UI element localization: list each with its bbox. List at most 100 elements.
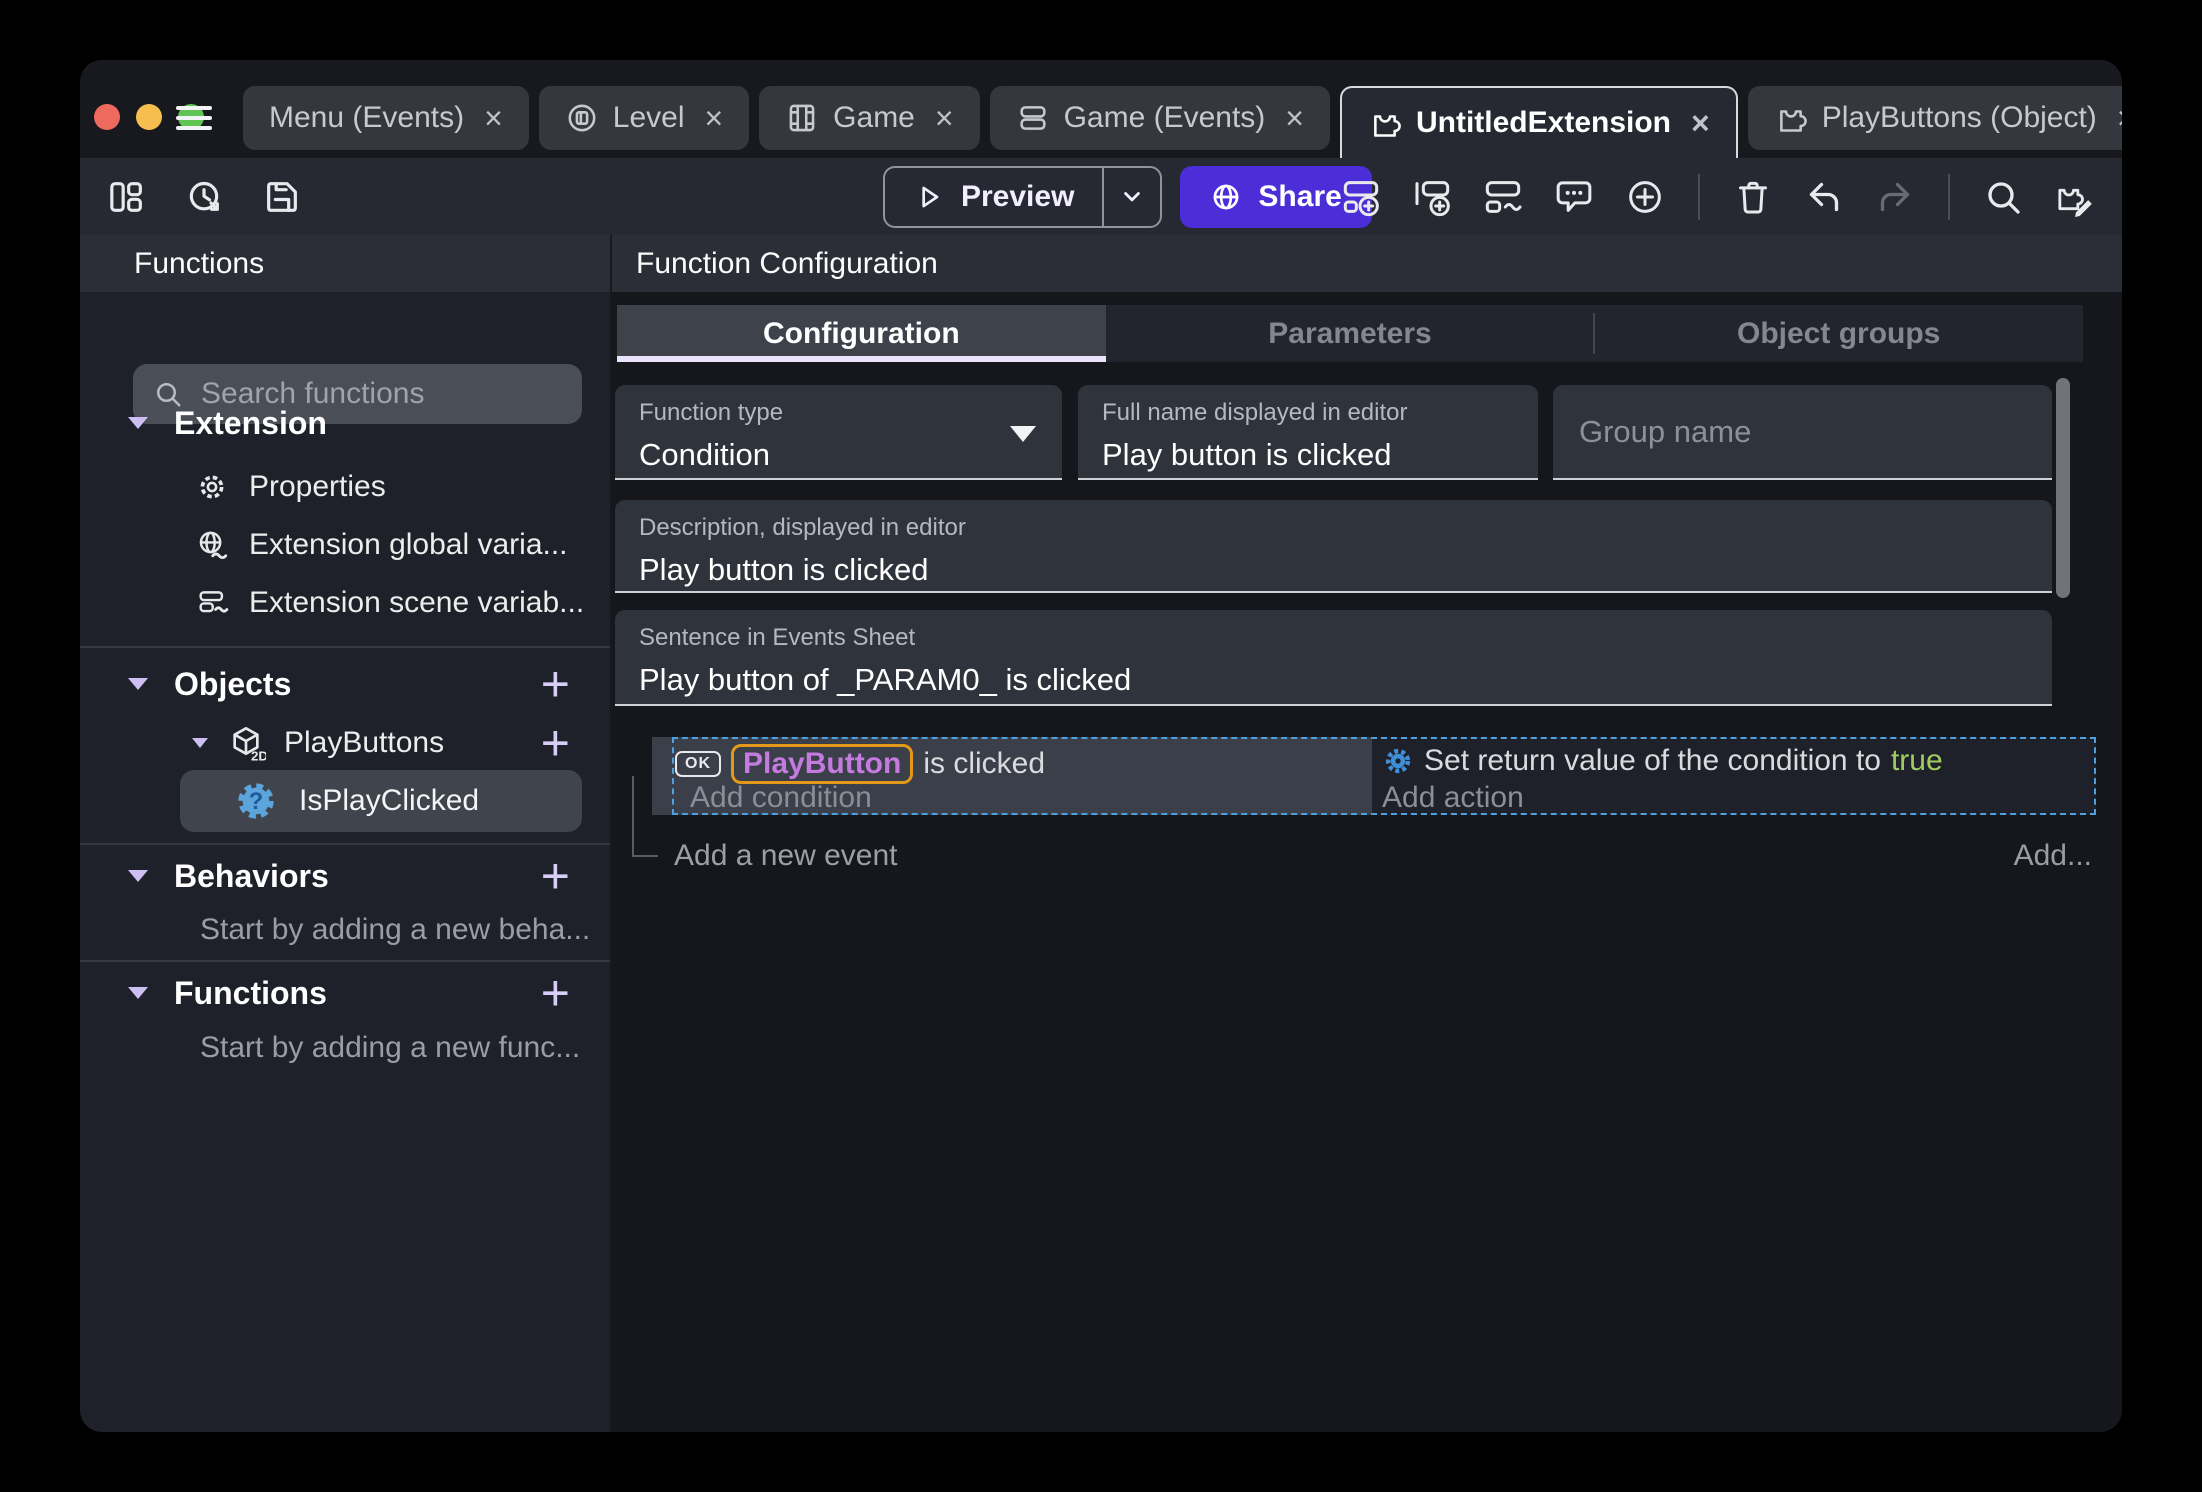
sidebar-item-isplayclicked[interactable]: IsPlayClicked <box>180 770 582 832</box>
tab-game-events[interactable]: Game (Events) × <box>989 86 1330 150</box>
sidebar-section-objects[interactable]: Objects + <box>80 656 610 712</box>
add-condition-button[interactable]: Add condition <box>690 781 872 815</box>
redo-icon[interactable] <box>1873 175 1917 219</box>
chevron-down-icon[interactable] <box>192 738 208 748</box>
configuration-tab-bar: Configuration Parameters Object groups <box>617 305 2083 362</box>
sidebar-item-extension-scene-variables[interactable]: Extension scene variab... <box>80 576 610 630</box>
chevron-down-icon[interactable] <box>128 417 148 429</box>
sidebar-section-behaviors[interactable]: Behaviors + <box>80 851 610 901</box>
condition-playbutton-is-clicked[interactable]: OK PlayButton is clicked <box>675 744 1045 784</box>
tab-object-groups[interactable]: Object groups <box>1593 305 2083 362</box>
object-chip-playbutton[interactable]: PlayButton <box>731 744 914 784</box>
events-sheet-icon <box>1016 101 1050 135</box>
tab-menu-events[interactable]: Menu (Events) × <box>243 86 529 150</box>
sidebar-item-extension-global-variables[interactable]: Extension global varia... <box>80 518 610 572</box>
vertical-scrollbar[interactable] <box>2056 378 2070 598</box>
button-icon: OK <box>675 751 721 777</box>
sentence-field[interactable]: Sentence in Events Sheet Play button of … <box>615 610 2052 706</box>
tab-playbuttons-object[interactable]: PlayButtons (Object) × <box>1747 86 2122 150</box>
condition-function-icon <box>235 780 277 822</box>
undo-icon[interactable] <box>1802 175 1846 219</box>
add-more-button[interactable]: Add... <box>2014 839 2092 873</box>
toolbar-right-group <box>1339 158 2096 235</box>
tab-bar: Menu (Events) × Level × Game × Game (Eve… <box>243 60 2122 158</box>
action-set-return-value[interactable]: Set return value of the condition to tru… <box>1382 744 1943 778</box>
add-object-function-button[interactable]: + <box>541 718 570 768</box>
minimize-window-button[interactable] <box>136 104 162 130</box>
add-action-button[interactable]: Add action <box>1382 781 1524 815</box>
close-icon[interactable]: × <box>704 102 723 134</box>
close-icon[interactable]: × <box>484 102 503 134</box>
film-icon <box>785 101 819 135</box>
comment-icon[interactable] <box>1552 175 1596 219</box>
sidebar-item-properties[interactable]: Properties <box>80 460 610 514</box>
toolbar-divider <box>1948 173 1950 220</box>
configuration-content: Function type Condition Full name displa… <box>612 362 2122 1432</box>
conditions-column[interactable]: OK PlayButton is clicked Add condition <box>652 737 1372 815</box>
globe-icon <box>1210 181 1242 213</box>
gear-icon <box>195 470 229 504</box>
tab-level[interactable]: Level × <box>538 86 750 150</box>
tab-label: Menu (Events) <box>269 101 465 134</box>
full-name-field[interactable]: Full name displayed in editor Play butto… <box>1078 385 1538 480</box>
app-window: Menu (Events) × Level × Game × Game (Eve… <box>80 60 2122 1432</box>
add-event-icon[interactable] <box>1339 175 1383 219</box>
event-tree-line <box>632 855 658 857</box>
close-icon[interactable]: × <box>1691 107 1710 139</box>
save-icon[interactable] <box>260 175 304 219</box>
event-row[interactable]: OK PlayButton is clicked Add condition S… <box>652 737 2096 815</box>
main-toolbar: Preview Share <box>80 158 2122 235</box>
add-function-button[interactable]: + <box>541 968 570 1018</box>
add-other-event-icon[interactable] <box>1481 175 1525 219</box>
menu-icon[interactable] <box>176 106 212 130</box>
window-body: Functions Extension Properties Extension… <box>80 235 2122 1432</box>
edit-extension-icon[interactable] <box>2052 175 2096 219</box>
share-label: Share <box>1258 179 1342 213</box>
behaviors-empty-hint: Start by adding a new beha... <box>200 913 591 946</box>
tab-configuration[interactable]: Configuration <box>617 305 1106 362</box>
group-name-field[interactable] <box>1553 385 2052 480</box>
circle-plus-icon[interactable] <box>1623 175 1667 219</box>
add-subevent-icon[interactable] <box>1410 175 1454 219</box>
action-value-true[interactable]: true <box>1891 744 1943 778</box>
preview-button[interactable]: Preview <box>883 165 1163 228</box>
tab-parameters[interactable]: Parameters <box>1106 305 1595 362</box>
add-new-event-button[interactable]: Add a new event <box>674 839 898 873</box>
play-icon <box>913 181 945 213</box>
actions-column[interactable]: Set return value of the condition to tru… <box>1372 737 2096 815</box>
sidebar-title: Functions <box>80 235 610 292</box>
tab-untitled-extension[interactable]: UntitledExtension × <box>1339 86 1738 158</box>
close-icon[interactable]: × <box>1285 102 1304 134</box>
cube-2d-icon <box>226 723 266 763</box>
close-window-button[interactable] <box>94 104 120 130</box>
globe-variable-icon <box>195 528 229 562</box>
history-icon[interactable] <box>182 175 226 219</box>
sidebar-divider <box>80 960 610 962</box>
action-text: Set return value of the condition to <box>1424 744 1881 777</box>
chevron-down-icon[interactable] <box>128 987 148 999</box>
chevron-down-icon[interactable] <box>128 870 148 882</box>
add-behavior-button[interactable]: + <box>541 851 570 901</box>
sidebar-section-functions[interactable]: Functions + <box>80 968 610 1018</box>
scene-variable-icon <box>195 586 229 620</box>
add-object-button[interactable]: + <box>541 659 570 709</box>
sidebar-item-playbuttons[interactable]: PlayButtons + <box>80 718 610 768</box>
description-field[interactable]: Description, displayed in editor Play bu… <box>615 500 2052 593</box>
extension-icon <box>1774 101 1808 135</box>
panels-icon[interactable] <box>104 175 148 219</box>
search-icon[interactable] <box>1981 175 2025 219</box>
tab-game[interactable]: Game × <box>759 86 980 150</box>
trash-icon[interactable] <box>1731 175 1775 219</box>
close-icon[interactable]: × <box>2117 102 2122 134</box>
tab-label: Game (Events) <box>1063 101 1266 134</box>
sidebar-section-extension[interactable]: Extension <box>80 398 610 448</box>
group-name-input[interactable] <box>1577 385 2028 478</box>
function-type-select[interactable]: Function type Condition <box>615 385 1062 480</box>
preview-options-button[interactable] <box>1102 167 1160 226</box>
close-icon[interactable]: × <box>935 102 954 134</box>
window-titlebar: Menu (Events) × Level × Game × Game (Eve… <box>80 60 2122 158</box>
chevron-down-icon[interactable] <box>128 678 148 690</box>
functions-sidebar: Functions Extension Properties Extension… <box>80 235 610 1432</box>
extension-icon <box>1368 106 1402 140</box>
preview-label: Preview <box>961 179 1075 213</box>
